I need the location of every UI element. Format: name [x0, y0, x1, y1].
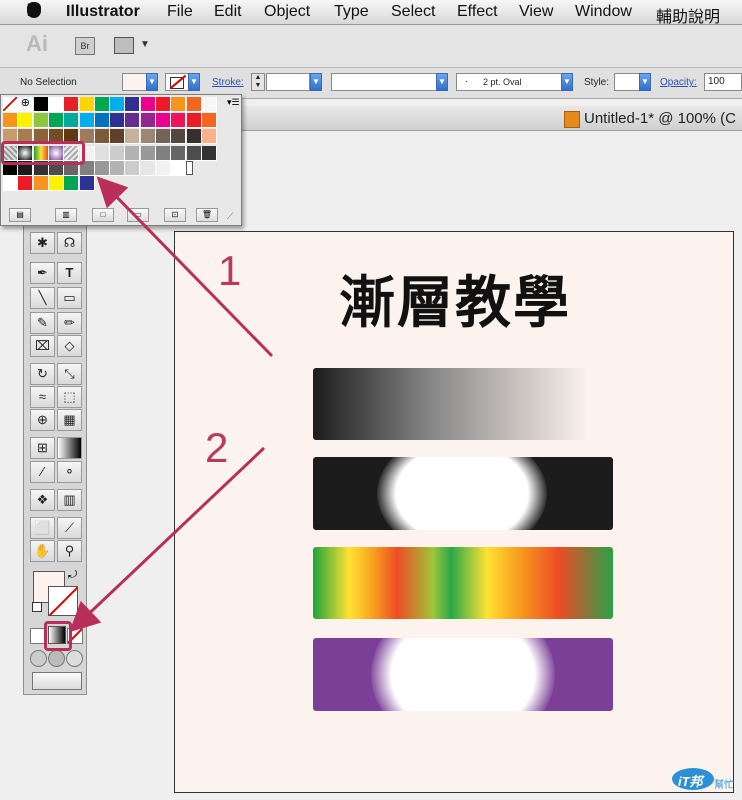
step-number-2: 2 [205, 424, 229, 471]
arrow-1 [96, 176, 274, 358]
watermark-text: iT邦 [678, 774, 703, 789]
watermark-subtext: 幫忙 [714, 780, 734, 791]
arrow-2 [69, 446, 266, 633]
annotation-arrows [69, 176, 274, 633]
step-number-1: 1 [218, 247, 242, 294]
watermark-logo: iT邦 幫忙 [672, 766, 738, 794]
